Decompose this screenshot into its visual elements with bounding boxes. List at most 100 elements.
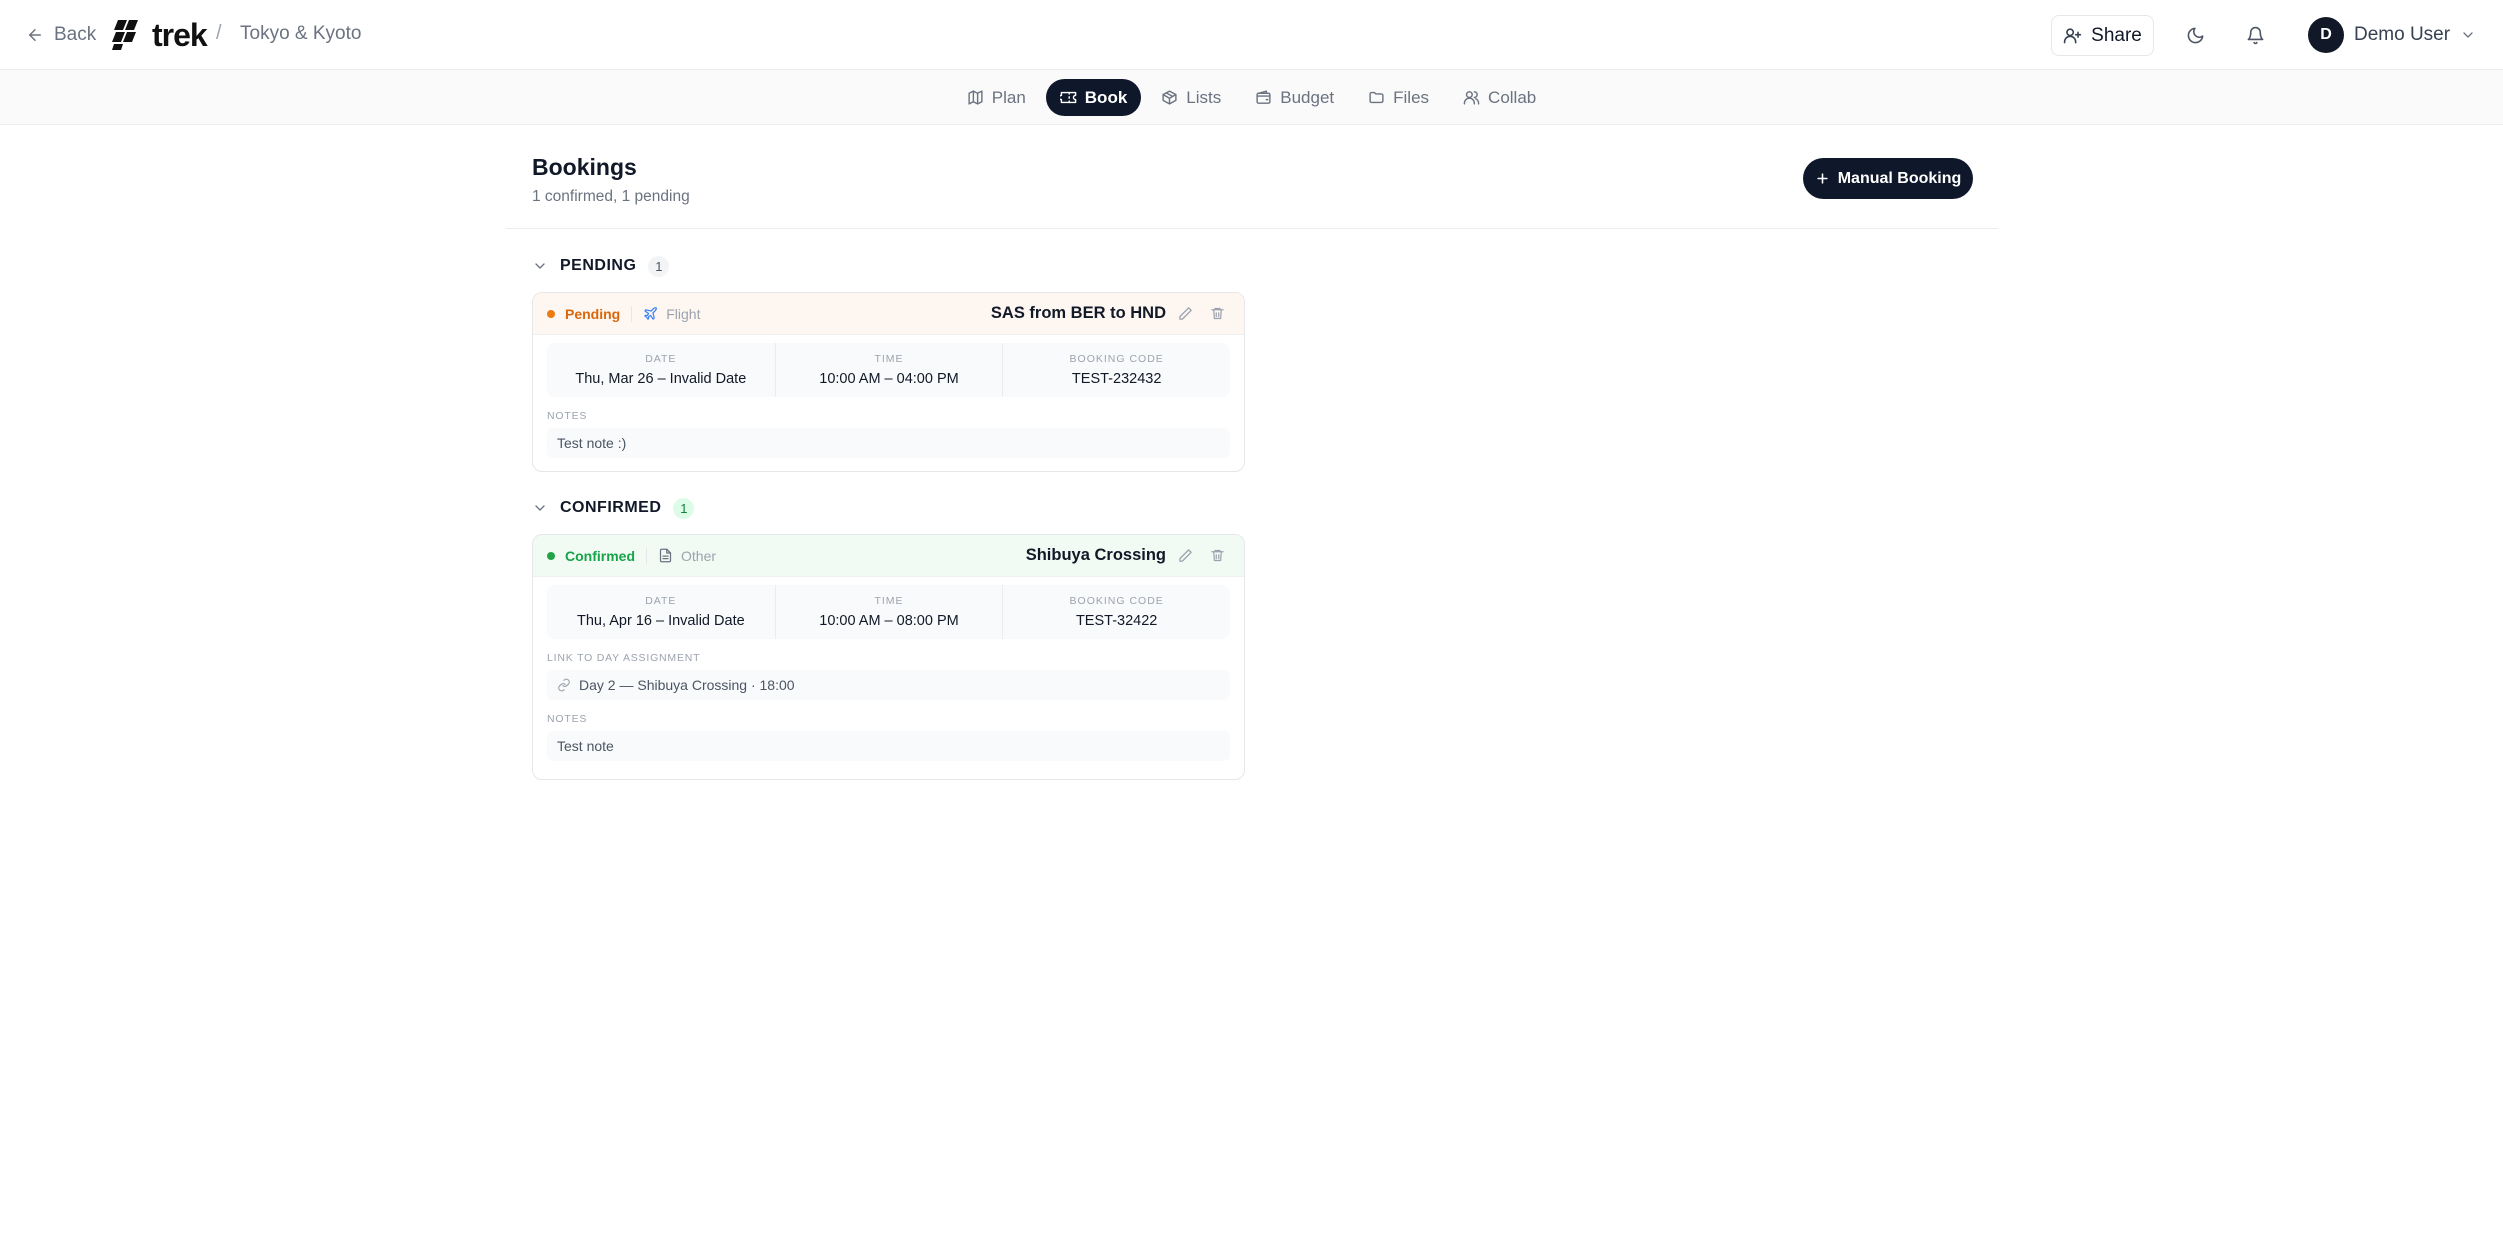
tab-budget[interactable]: Budget	[1241, 79, 1348, 116]
tab-lists[interactable]: Lists	[1147, 79, 1235, 116]
trash-icon	[1210, 306, 1225, 321]
tab-label: Lists	[1186, 87, 1222, 107]
dark-mode-toggle[interactable]	[2180, 20, 2210, 50]
package-icon	[1161, 89, 1178, 106]
info-label: TIME	[874, 353, 904, 365]
logo-text: trek	[152, 16, 208, 53]
booking-title: Shibuya Crossing	[1025, 546, 1166, 564]
tab-bar: Plan Book Lists Budget Files Collab	[0, 70, 2503, 125]
booking-code: BOOKING CODE TEST-32422	[1002, 585, 1230, 639]
booking-card-header: Confirmed Other Shibuya Crossing	[533, 535, 1244, 577]
booking-type: Flight	[643, 306, 700, 322]
booking-type-label: Other	[681, 547, 717, 564]
booking-type: Other	[658, 548, 716, 564]
breadcrumb-trip-name[interactable]: Tokyo & Kyoto	[240, 23, 361, 45]
info-value: 10:00 AM – 04:00 PM	[819, 371, 959, 387]
header-separator	[631, 305, 633, 322]
avatar: D	[2308, 17, 2344, 53]
notifications-button[interactable]	[2240, 20, 2270, 50]
pencil-icon	[1178, 306, 1193, 321]
delete-booking-button[interactable]	[1204, 543, 1230, 569]
notes-box: Test note	[547, 731, 1230, 761]
share-button[interactable]: Share	[2051, 15, 2154, 56]
info-value: Thu, Apr 16 – Invalid Date	[577, 613, 745, 629]
edit-booking-button[interactable]	[1172, 543, 1198, 569]
booking-code: BOOKING CODE TEST-232432	[1002, 343, 1230, 397]
trek-logo[interactable]: trek	[112, 16, 208, 53]
booking-card-pending: Pending Flight SAS from BER to HND DATE …	[532, 292, 1245, 472]
tab-files[interactable]: Files	[1354, 79, 1443, 116]
header-separator	[646, 547, 647, 564]
chevron-down-icon	[532, 258, 548, 274]
tab-label: Budget	[1280, 87, 1335, 107]
status-dot	[547, 551, 555, 560]
info-label: BOOKING CODE	[1069, 595, 1164, 607]
page-title: Bookings	[532, 154, 637, 180]
booking-date: DATE Thu, Apr 16 – Invalid Date	[547, 585, 775, 639]
booking-card-header: Pending Flight SAS from BER to HND	[533, 293, 1244, 335]
top-bar: Back trek / Tokyo & Kyoto Share D Demo U…	[0, 0, 2503, 70]
edit-booking-button[interactable]	[1172, 301, 1198, 327]
day-assignment-value: Day 2 — Shibuya Crossing · 18:00	[579, 677, 795, 693]
section-label: CONFIRMED	[560, 499, 662, 516]
tab-label: Files	[1393, 87, 1430, 107]
share-label: Share	[2091, 24, 2142, 46]
tab-label: Collab	[1488, 87, 1537, 107]
notes-label: NOTES	[547, 713, 588, 725]
trip-tabs: Plan Book Lists Budget Files Collab	[0, 79, 2503, 116]
info-label: DATE	[645, 595, 677, 607]
arrow-left-icon	[26, 26, 44, 44]
pencil-icon	[1178, 548, 1193, 563]
status-dot	[547, 309, 555, 318]
section-label: PENDING	[560, 257, 637, 274]
plane-icon	[643, 306, 658, 321]
booking-title: SAS from BER to HND	[990, 304, 1166, 322]
info-label: BOOKING CODE	[1069, 353, 1164, 365]
status-badge: Pending	[565, 305, 621, 322]
tab-label: Plan	[991, 87, 1026, 107]
manual-booking-label: Manual Booking	[1837, 169, 1962, 187]
moon-icon	[2186, 26, 2205, 45]
count-badge: 1	[648, 255, 670, 277]
count-badge: 1	[673, 497, 695, 519]
tab-book[interactable]: Book	[1045, 79, 1142, 116]
link-to-day-label: LINK TO DAY ASSIGNMENT	[547, 652, 701, 664]
user-plus-icon	[2063, 26, 2082, 45]
booking-type-label: Flight	[666, 305, 701, 322]
notes-box: Test note :)	[547, 428, 1230, 458]
booking-time: TIME 10:00 AM – 04:00 PM	[774, 343, 1003, 397]
booking-info-grid: DATE Thu, Mar 26 – Invalid Date TIME 10:…	[547, 343, 1230, 397]
info-value: TEST-32422	[1075, 613, 1158, 629]
ticket-icon	[1059, 89, 1077, 106]
back-button[interactable]: Back	[26, 20, 96, 50]
tab-collab[interactable]: Collab	[1449, 79, 1550, 116]
back-label: Back	[54, 24, 97, 45]
info-label: TIME	[874, 595, 904, 607]
user-menu[interactable]: D Demo User	[2308, 17, 2476, 53]
tab-label: Book	[1084, 87, 1128, 107]
plus-icon	[1815, 171, 1830, 186]
folder-icon	[1368, 89, 1385, 106]
info-label: DATE	[645, 353, 677, 365]
link-icon	[557, 678, 571, 692]
booking-date: DATE Thu, Mar 26 – Invalid Date	[547, 343, 775, 397]
users-icon	[1463, 89, 1480, 106]
booking-time: TIME 10:00 AM – 08:00 PM	[774, 585, 1003, 639]
info-value: Thu, Mar 26 – Invalid Date	[575, 371, 747, 387]
day-assignment-link[interactable]: Day 2 — Shibuya Crossing · 18:00	[547, 670, 1230, 700]
section-toggle-confirmed[interactable]: CONFIRMED 1	[532, 496, 695, 520]
info-value: 10:00 AM – 08:00 PM	[819, 613, 959, 629]
booking-card-confirmed: Confirmed Other Shibuya Crossing DATE Th…	[532, 534, 1245, 780]
delete-booking-button[interactable]	[1204, 301, 1230, 327]
info-value: TEST-232432	[1071, 371, 1162, 387]
chevron-down-icon	[2460, 27, 2476, 43]
page-subtitle: 1 confirmed, 1 pending	[532, 188, 690, 205]
file-icon	[658, 548, 673, 563]
chevron-down-icon	[532, 500, 548, 516]
booking-info-grid: DATE Thu, Apr 16 – Invalid Date TIME 10:…	[547, 585, 1230, 639]
section-toggle-pending[interactable]: PENDING 1	[532, 254, 670, 278]
tab-plan[interactable]: Plan	[953, 79, 1040, 116]
wallet-icon	[1255, 89, 1272, 106]
logo-mark-icon	[112, 20, 144, 50]
manual-booking-button[interactable]: Manual Booking	[1803, 158, 1973, 199]
